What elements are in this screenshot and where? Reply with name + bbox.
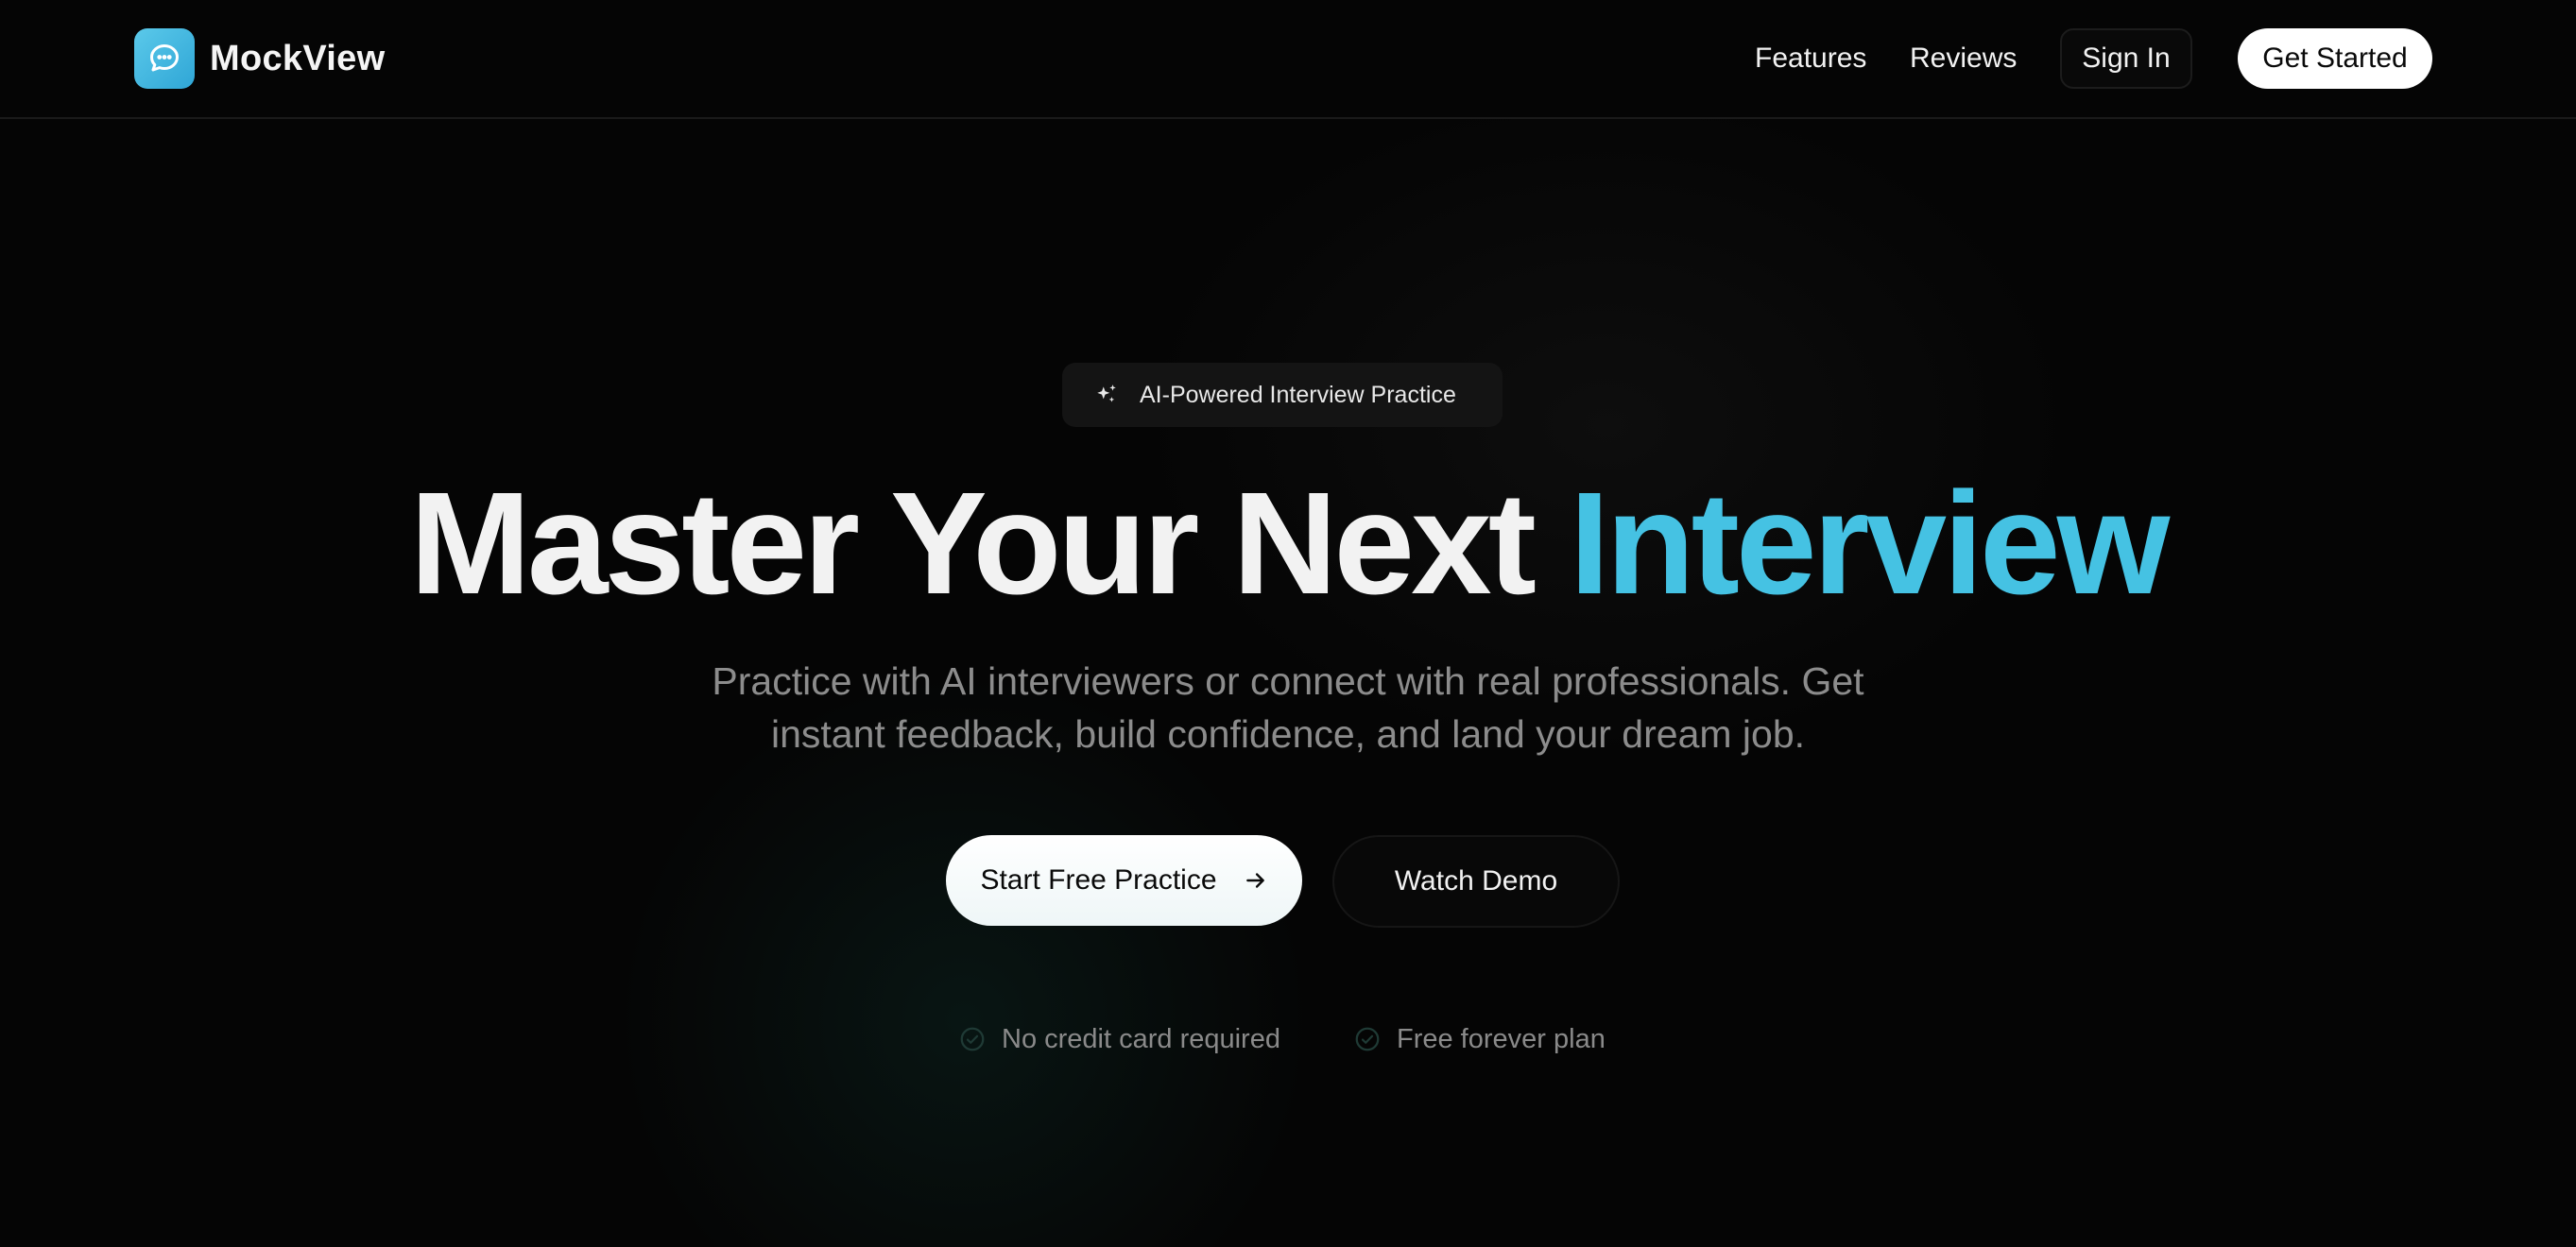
hero-headline: Master Your Next Interview: [0, 463, 2576, 624]
nav-link-reviews[interactable]: Reviews: [1910, 36, 2017, 81]
hero-subheadline-line-1: Practice with AI interviewers or connect…: [712, 659, 1864, 703]
feature-badge: AI-Powered Interview Practice: [1062, 363, 1503, 427]
hero-subheadline-line-2: instant feedback, build confidence, and …: [770, 712, 1806, 756]
sign-in-button[interactable]: Sign In: [2060, 28, 2192, 89]
top-navbar: MockView Features Reviews Sign In Get St…: [0, 0, 2576, 119]
headline-primary: Master Your Next: [409, 462, 1537, 624]
perk-label: No credit card required: [1002, 1023, 1280, 1054]
landing-page: MockView Features Reviews Sign In Get St…: [0, 0, 2576, 1247]
check-circle-icon: [958, 1025, 987, 1053]
perk-label: Free forever plan: [1397, 1023, 1606, 1054]
arrow-right-icon: [1244, 868, 1268, 893]
logo[interactable]: [134, 28, 195, 89]
start-free-practice-label: Start Free Practice: [980, 864, 1217, 896]
badge-label: AI-Powered Interview Practice: [1140, 381, 1456, 408]
check-circle-icon: [1353, 1025, 1382, 1053]
perk-free-forever: Free forever plan: [1353, 1020, 1606, 1058]
headline-accent: Interview: [1569, 462, 2171, 624]
chat-bubble-icon: [150, 44, 179, 72]
brand-name[interactable]: MockView: [210, 34, 385, 83]
sparkles-icon: [1097, 384, 1116, 402]
nav-link-features[interactable]: Features: [1755, 36, 1866, 81]
get-started-button[interactable]: Get Started: [2238, 28, 2432, 89]
perk-no-credit-card: No credit card required: [958, 1020, 1280, 1058]
start-free-practice-button[interactable]: Start Free Practice: [946, 835, 1302, 926]
watch-demo-button[interactable]: Watch Demo: [1332, 835, 1620, 928]
